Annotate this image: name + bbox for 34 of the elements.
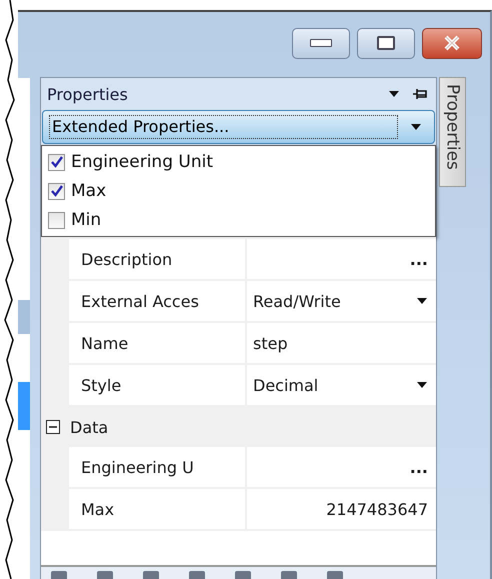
checkbox-label: Engineering Unit (71, 152, 214, 172)
checkbox-label: Min (71, 210, 102, 230)
dropdown-arrow-icon[interactable] (416, 297, 428, 305)
property-name: Name (69, 323, 245, 363)
minimize-button[interactable] (292, 28, 350, 58)
checkbox-label: Max (71, 181, 106, 201)
property-set-dropdown[interactable]: Extended Properties... (42, 110, 435, 144)
property-name: Engineering U (69, 447, 245, 487)
checkbox[interactable] (48, 154, 65, 170)
maximize-button[interactable] (357, 28, 415, 58)
property-value[interactable]: step (247, 323, 436, 363)
checkbox[interactable] (48, 212, 65, 228)
dropdown-arrow-icon[interactable] (416, 381, 428, 389)
panel-title: Properties (47, 84, 129, 104)
close-icon (442, 35, 462, 51)
side-tab[interactable]: Properties (439, 77, 466, 187)
property-value[interactable]: Read/Write (247, 281, 436, 321)
property-name: Max (69, 489, 245, 529)
collapse-icon[interactable] (46, 420, 60, 434)
checkbox[interactable] (48, 182, 65, 200)
property-value[interactable]: 2147483647 (247, 489, 436, 529)
property-value[interactable]: ... (247, 447, 436, 487)
category-label: Data (70, 418, 108, 436)
property-name: Description (69, 239, 245, 279)
list-row-highlight (18, 300, 30, 334)
list-row-highlight (18, 382, 30, 430)
dropdown-arrow-icon[interactable] (410, 123, 422, 131)
property-value[interactable]: ... (247, 239, 436, 279)
property-value[interactable]: Decimal (247, 365, 436, 405)
dropdown-arrow-icon[interactable] (388, 90, 400, 98)
close-button[interactable] (422, 28, 482, 58)
pin-icon[interactable] (412, 88, 428, 100)
property-name: Style (69, 365, 245, 405)
property-name: External Acces (69, 281, 245, 321)
